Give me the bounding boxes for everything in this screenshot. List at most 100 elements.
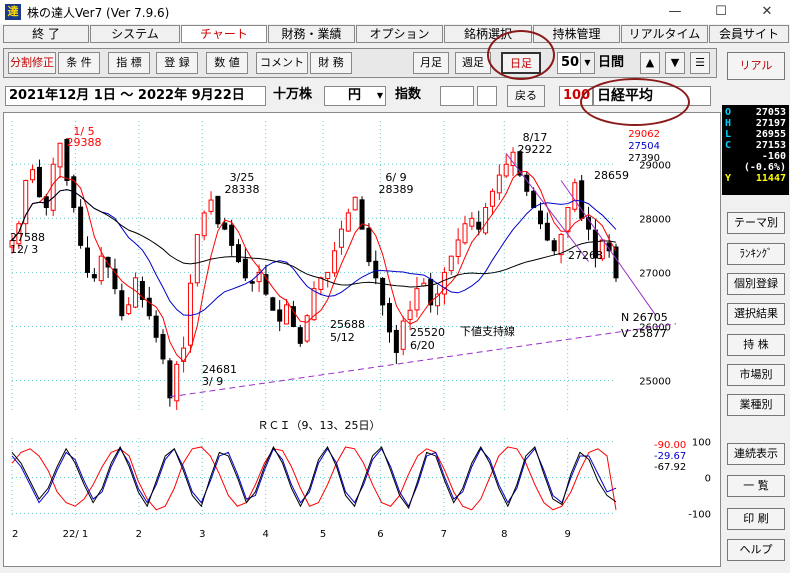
candle-body (242, 258, 248, 279)
x-tick-label: 8 (501, 529, 507, 540)
window-title: 株の達人Ver7 (Ver 7.9.6) (27, 5, 170, 20)
price-annotation: 3/ 9 (202, 375, 223, 388)
candle-body (91, 274, 97, 279)
chart-toolbar: 分割修正 条 件 指 標 登 録 数 値 コメント 財 務 月足 週足 日足 5… (3, 48, 717, 78)
price-annotation: 28338 (225, 183, 260, 196)
monthly-button[interactable]: 月足 (413, 52, 449, 74)
candle-body (338, 228, 344, 248)
menu-member-site[interactable]: 会員サイト (709, 25, 789, 43)
day-count-select[interactable]: 50 ▼ (557, 52, 595, 74)
ma-value-label: 27390 (628, 153, 660, 164)
price-annotation: N 26705 (621, 311, 668, 324)
candle-body (208, 199, 214, 212)
help-button[interactable]: ヘルプ (727, 539, 785, 561)
candle-body (544, 222, 550, 241)
x-tick-label: 7 (441, 529, 447, 540)
x-tick-label: 5 (320, 529, 326, 540)
finance-button[interactable]: 財 務 (310, 52, 352, 74)
blank-field-2[interactable] (477, 86, 497, 106)
register-button[interactable]: 登 録 (156, 52, 198, 74)
candle-body (524, 174, 530, 192)
volume-unit-label: 十万株 (273, 87, 313, 102)
comment-button[interactable]: コメント (256, 52, 308, 74)
candle-body (380, 277, 386, 306)
close-button[interactable]: ✕ (744, 0, 790, 24)
candle-body (153, 315, 159, 338)
menu-options[interactable]: オプション (356, 25, 443, 43)
candle-body (366, 227, 372, 263)
back-button[interactable]: 戻る (507, 85, 545, 107)
theme-button[interactable]: テーマ別 (727, 212, 785, 234)
real-button[interactable]: リアル (727, 52, 785, 80)
app-logo-icon: 達 (5, 4, 21, 20)
condition-button[interactable]: 条 件 (58, 52, 100, 74)
price-annotation: 25688 (330, 318, 365, 331)
change-pct: (-0.6%) (743, 162, 786, 173)
minimize-button[interactable]: — (652, 0, 698, 24)
ranking-button[interactable]: ﾗﾝｷﾝｸﾞ (727, 243, 785, 265)
price-y-tick: 25000 (639, 377, 671, 388)
candle-body (160, 334, 166, 360)
scroll-up-button[interactable]: ▲ (640, 52, 660, 74)
price-y-tick: 28000 (639, 214, 671, 225)
candle-body (318, 277, 324, 290)
price-annotation: 12/ 3 (10, 243, 38, 256)
candle-body (373, 260, 379, 279)
candle-body (119, 290, 125, 317)
candle-body (215, 195, 221, 225)
scroll-down-button[interactable]: ▼ (665, 52, 685, 74)
holdings-button[interactable]: 持 株 (727, 334, 785, 356)
split-adjust-button[interactable]: 分割修正 (8, 52, 56, 74)
maximize-button[interactable]: ☐ (698, 0, 744, 24)
rci-last-value: -67.92 (654, 462, 686, 473)
price-annotation: 28659 (594, 169, 629, 182)
menu-system[interactable]: システム (90, 25, 180, 43)
candle-body (572, 182, 578, 210)
candle-body (270, 297, 276, 311)
x-tick-label: 9 (564, 529, 570, 540)
menu-exit[interactable]: 終 了 (3, 25, 89, 43)
market-button[interactable]: 市場別 (727, 364, 785, 386)
candle-body (531, 190, 537, 209)
index-label: 指数 (395, 87, 422, 102)
chart-canvas[interactable]: 25000260002700028000290001/ 529388275881… (4, 113, 720, 566)
candle-body (332, 250, 338, 274)
value-button[interactable]: 数 値 (206, 52, 248, 74)
chart-panel[interactable]: 25000 26000 27000 28000 29000 1/ 5 29388 27588 1… (3, 112, 721, 567)
candle-body (489, 190, 495, 207)
close-value: 27153 (755, 140, 786, 151)
indicator-button[interactable]: 指 標 (108, 52, 150, 74)
continuous-display-button[interactable]: 連続表示 (727, 443, 785, 465)
list-button[interactable]: 一 覧 (727, 475, 785, 497)
menu-chart[interactable]: チャート (181, 25, 267, 43)
volume-value: 11447 (755, 173, 786, 184)
candle-body (187, 282, 193, 346)
candle-body (146, 297, 152, 317)
candle-body (551, 240, 557, 252)
print-button[interactable]: 印 刷 (727, 508, 785, 530)
candle-body (201, 212, 207, 237)
candle-body (98, 255, 104, 282)
candle-body (503, 163, 509, 177)
x-tick-label: 2 (136, 529, 142, 540)
menu-icon[interactable]: ☰ (690, 52, 710, 74)
menu-finance[interactable]: 財務・業績 (268, 25, 355, 43)
rci-y-tick: 100 (692, 438, 711, 449)
currency-select[interactable]: 円 ▼ (324, 86, 386, 106)
individual-register-button[interactable]: 個別登録 (727, 273, 785, 295)
candle-body (174, 363, 180, 402)
candle-body (222, 222, 228, 230)
low-value: 26955 (755, 129, 786, 140)
ma-value-label: 29062 (628, 129, 660, 140)
date-range-field[interactable]: 2021年12月 1日 ～ 2022年 9月22日 (5, 86, 266, 106)
blank-field-1[interactable] (440, 86, 474, 106)
weekly-button[interactable]: 週足 (455, 52, 491, 74)
candle-body (30, 169, 36, 181)
x-tick-label: 4 (262, 529, 268, 540)
industry-button[interactable]: 業種別 (727, 394, 785, 416)
selection-result-button[interactable]: 選択結果 (727, 303, 785, 325)
menu-realtime[interactable]: リアルタイム (621, 25, 708, 43)
x-tick-label: 22/ 1 (63, 529, 89, 540)
price-annotation: 下値支持線 (460, 324, 515, 338)
candle-body (579, 180, 585, 219)
